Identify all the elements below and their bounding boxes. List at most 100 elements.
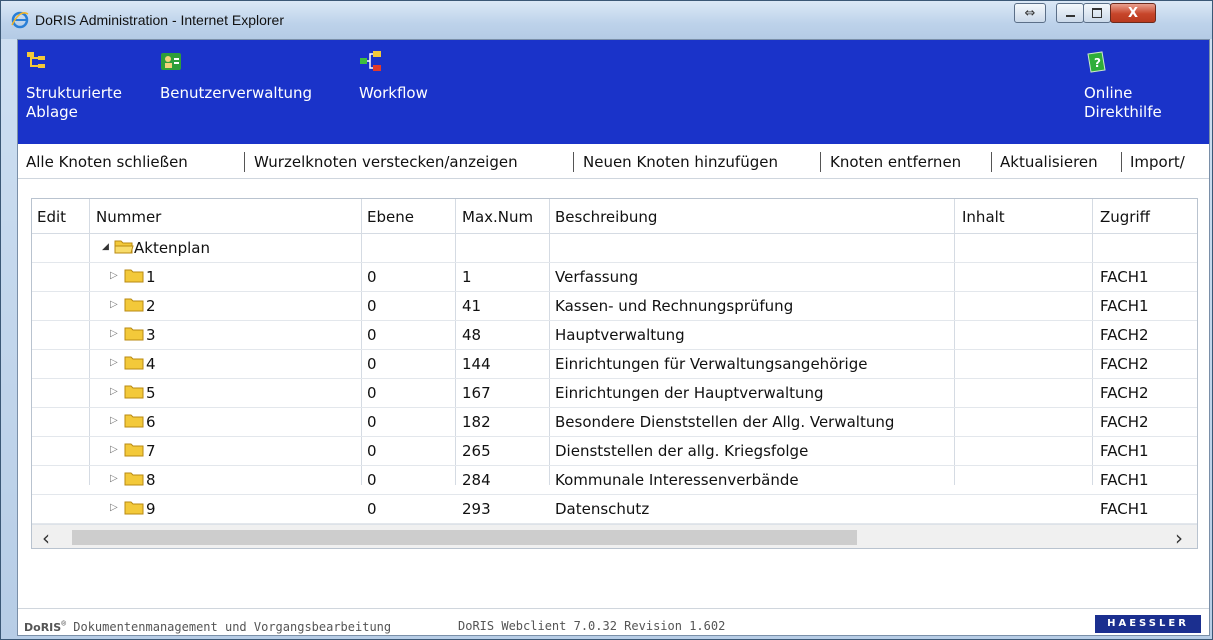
toolbar-refresh[interactable]: Aktualisieren	[1000, 153, 1098, 171]
expand-arrow-icon[interactable]: ▷	[110, 328, 118, 339]
row-nummer: 6	[146, 413, 156, 431]
row-maxnum: 182	[462, 413, 491, 431]
tree-structure-icon	[27, 52, 45, 68]
nav-workflow[interactable]: Workflow	[359, 50, 428, 103]
tree-row[interactable]: ▷ 4 0 144 Einrichtungen für Verwaltungsa…	[32, 349, 1197, 379]
column-header-edit[interactable]: Edit	[37, 208, 66, 226]
column-header-inhalt[interactable]: Inhalt	[962, 208, 1005, 226]
row-nummer: 2	[146, 297, 156, 315]
row-beschreibung: Verfassung	[555, 268, 639, 286]
expand-arrow-icon[interactable]: ▷	[110, 415, 118, 426]
row-maxnum: 41	[462, 297, 482, 315]
toolbar-toggle-root-node[interactable]: Wurzelknoten verstecken/anzeigen	[254, 153, 518, 171]
toolbar-separator	[820, 152, 821, 172]
column-header-zugriff[interactable]: Zugriff	[1100, 208, 1150, 226]
minimize-button[interactable]	[1056, 3, 1084, 23]
page-footer: DoRIS® Dokumentenmanagement und Vorgangs…	[18, 608, 1209, 635]
expand-arrow-icon[interactable]: ▷	[110, 357, 118, 368]
browser-window: DoRIS Administration - Internet Explorer…	[0, 0, 1213, 640]
title-bar[interactable]: DoRIS Administration - Internet Explorer…	[1, 1, 1212, 39]
scroll-left-icon[interactable]: ‹	[42, 526, 50, 548]
tree-row[interactable]: ▷ 6 0 182 Besondere Dienststellen der Al…	[32, 407, 1197, 437]
scroll-right-icon[interactable]: ›	[1175, 526, 1183, 548]
nav-label: Strukturierte Ablage	[26, 84, 122, 121]
horizontal-scrollbar[interactable]: ‹ ›	[32, 524, 1197, 548]
folder-icon	[124, 356, 144, 370]
tree-row[interactable]: ▷ 1 0 1 Verfassung FACH1	[32, 262, 1197, 292]
footer-product: DoRIS® Dokumentenmanagement und Vorgangs…	[24, 619, 392, 634]
row-ebene: 0	[367, 442, 377, 460]
row-zugriff: FACH2	[1100, 326, 1149, 344]
scrollbar-thumb[interactable]	[72, 530, 857, 545]
row-ebene: 0	[367, 471, 377, 489]
column-header-maxnum[interactable]: Max.Num	[462, 208, 533, 226]
compatibility-view-button[interactable]: ⇔	[1014, 3, 1046, 23]
row-maxnum: 265	[462, 442, 491, 460]
help-icon: ?	[1087, 51, 1106, 73]
maximize-icon	[1092, 8, 1102, 18]
toolbar-close-all-nodes[interactable]: Alle Knoten schließen	[26, 153, 188, 171]
row-maxnum: 1	[462, 268, 472, 286]
row-zugriff: FACH1	[1100, 297, 1149, 315]
row-beschreibung: Einrichtungen der Hauptverwaltung	[555, 384, 824, 402]
nav-benutzerverwaltung[interactable]: Benutzerverwaltung	[160, 50, 312, 103]
toolbar-remove-node[interactable]: Knoten entfernen	[830, 153, 961, 171]
tree-grid: Edit Nummer Ebene Max.Num Beschreibung I…	[31, 198, 1198, 549]
row-zugriff: FACH1	[1100, 268, 1149, 286]
row-nummer: 1	[146, 268, 156, 286]
row-nummer: 9	[146, 500, 156, 518]
expand-arrow-icon[interactable]: ▷	[110, 444, 118, 455]
row-nummer: 8	[146, 471, 156, 489]
footer-product-desc: Dokumentenmanagement und Vorgangsbearbei…	[73, 620, 392, 634]
expand-arrow-icon[interactable]: ▷	[110, 502, 118, 513]
toolbar-import[interactable]: Import/	[1130, 153, 1185, 171]
folder-icon	[124, 327, 144, 341]
tree-row[interactable]: ▷ 7 0 265 Dienststellen der allg. Kriegs…	[32, 436, 1197, 466]
minimize-icon	[1065, 15, 1075, 17]
toolbar-add-node[interactable]: Neuen Knoten hinzufügen	[583, 153, 778, 171]
users-icon	[161, 53, 181, 70]
tree-row[interactable]: ▷ 2 0 41 Kassen- und Rechnungsprüfung FA…	[32, 291, 1197, 321]
collapse-arrow-icon[interactable]: ◢	[102, 242, 109, 252]
row-beschreibung: Kommunale Interessenverbände	[555, 471, 799, 489]
row-beschreibung: Besondere Dienststellen der Allg. Verwal…	[555, 413, 895, 431]
tree-row[interactable]: ▷ 5 0 167 Einrichtungen der Hauptverwalt…	[32, 378, 1197, 408]
column-header-nummer[interactable]: Nummer	[96, 208, 161, 226]
row-zugriff: FACH1	[1100, 442, 1149, 460]
folder-icon	[124, 472, 144, 486]
column-header-beschreibung[interactable]: Beschreibung	[555, 208, 657, 226]
row-zugriff: FACH2	[1100, 413, 1149, 431]
toolbar-separator	[244, 152, 245, 172]
tree-row-root[interactable]: ◢ Aktenplan	[32, 233, 1197, 263]
row-ebene: 0	[367, 500, 377, 518]
row-zugriff: FACH2	[1100, 384, 1149, 402]
row-nummer: 3	[146, 326, 156, 344]
row-ebene: 0	[367, 355, 377, 373]
tree-row[interactable]: ▷ 8 0 284 Kommunale Interessenverbände F…	[32, 465, 1197, 495]
row-beschreibung: Kassen- und Rechnungsprüfung	[555, 297, 794, 315]
nav-online-direkthilfe[interactable]: ? Online Direkthilfe	[1084, 50, 1184, 122]
row-ebene: 0	[367, 268, 377, 286]
row-ebene: 0	[367, 384, 377, 402]
maximize-button[interactable]	[1083, 3, 1111, 23]
row-ebene: 0	[367, 297, 377, 315]
row-maxnum: 144	[462, 355, 491, 373]
row-beschreibung: Datenschutz	[555, 500, 650, 518]
haessler-logo: HAESSLER	[1095, 615, 1201, 633]
expand-arrow-icon[interactable]: ▷	[110, 386, 118, 397]
nav-strukturierte-ablage[interactable]: Strukturierte Ablage	[26, 50, 156, 122]
row-maxnum: 293	[462, 500, 491, 518]
expand-arrow-icon[interactable]: ▷	[110, 270, 118, 281]
nav-label: Benutzerverwaltung	[160, 84, 312, 102]
close-button[interactable]: X	[1110, 3, 1156, 23]
tree-row[interactable]: ▷ 9 0 293 Datenschutz FACH1	[32, 494, 1197, 524]
toolbar-separator	[573, 152, 574, 172]
row-ebene: 0	[367, 413, 377, 431]
column-header-ebene[interactable]: Ebene	[367, 208, 414, 226]
expand-arrow-icon[interactable]: ▷	[110, 299, 118, 310]
row-nummer: 7	[146, 442, 156, 460]
window-title: DoRIS Administration - Internet Explorer	[35, 12, 284, 28]
close-icon: X	[1127, 5, 1139, 21]
tree-row[interactable]: ▷ 3 0 48 Hauptverwaltung FACH2	[32, 320, 1197, 350]
expand-arrow-icon[interactable]: ▷	[110, 473, 118, 484]
